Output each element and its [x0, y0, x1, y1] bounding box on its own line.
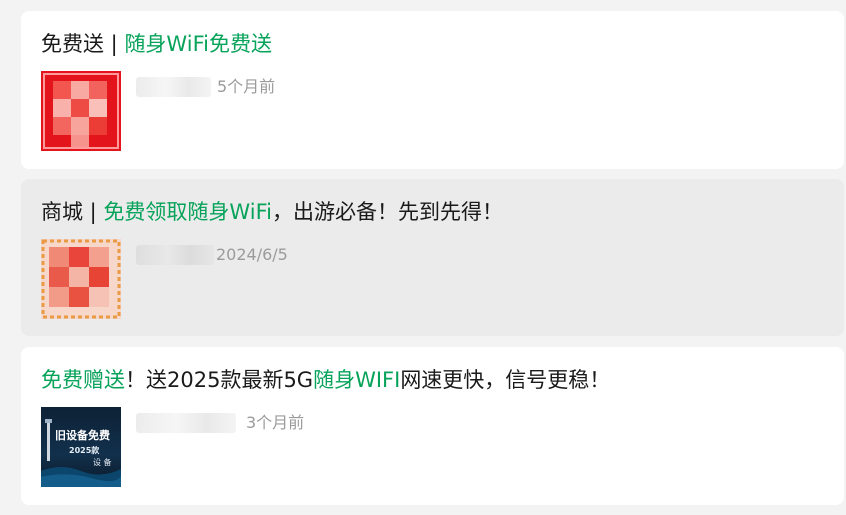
article-title[interactable]: 商城 | 免费领取随身WiFi，出游必备！先到先得！	[41, 197, 503, 227]
title-text: ，出游必备！先到先得！	[271, 200, 503, 224]
search-results-list: 免费送 | 随身WiFi免费送 5个月前 商城 | 免费领取随身WiFi，出游必…	[0, 0, 846, 515]
account-name-blurred[interactable]	[136, 77, 211, 97]
account-name-blurred[interactable]	[136, 245, 214, 265]
red-logo-thumbnail-icon[interactable]	[41, 71, 121, 151]
title-highlight: 免费赠送	[41, 368, 125, 392]
title-text: 商城 |	[41, 200, 104, 224]
article-card[interactable]: 免费送 | 随身WiFi免费送 5个月前	[21, 11, 844, 169]
title-text: 网速更快，信号更稳！	[400, 368, 611, 392]
account-name-blurred[interactable]	[136, 413, 236, 433]
article-title[interactable]: 免费赠送！送2025款最新5G随身WIFI网速更快，信号更稳！	[41, 365, 610, 395]
title-highlight: 免费领取随身WiFi	[103, 200, 272, 224]
thumbnail-text: 旧设备免费	[55, 428, 110, 442]
article-card[interactable]: 免费赠送！送2025款最新5G随身WIFI网速更快，信号更稳！ 旧设备免费 20…	[21, 347, 844, 505]
thumbnail-text: 设 备	[93, 457, 112, 467]
publish-time: 3个月前	[246, 413, 305, 432]
article-card[interactable]: 商城 | 免费领取随身WiFi，出游必备！先到先得！ 2024/6/5	[21, 179, 844, 336]
title-highlight: 随身WIFI	[313, 368, 401, 392]
title-highlight: 随身WiFi免费送	[124, 32, 272, 56]
publish-time: 5个月前	[217, 77, 276, 96]
thumbnail-text: 2025款	[69, 445, 100, 455]
title-text: 免费送 |	[41, 32, 125, 56]
publish-time: 2024/6/5	[216, 245, 288, 264]
device-trade-in-thumbnail-icon[interactable]: 旧设备免费 2025款 设 备	[41, 407, 121, 487]
article-title[interactable]: 免费送 | 随身WiFi免费送	[41, 29, 272, 59]
promo-banner-thumbnail-icon[interactable]	[41, 239, 121, 319]
title-text: ！送2025款最新5G	[125, 368, 314, 392]
